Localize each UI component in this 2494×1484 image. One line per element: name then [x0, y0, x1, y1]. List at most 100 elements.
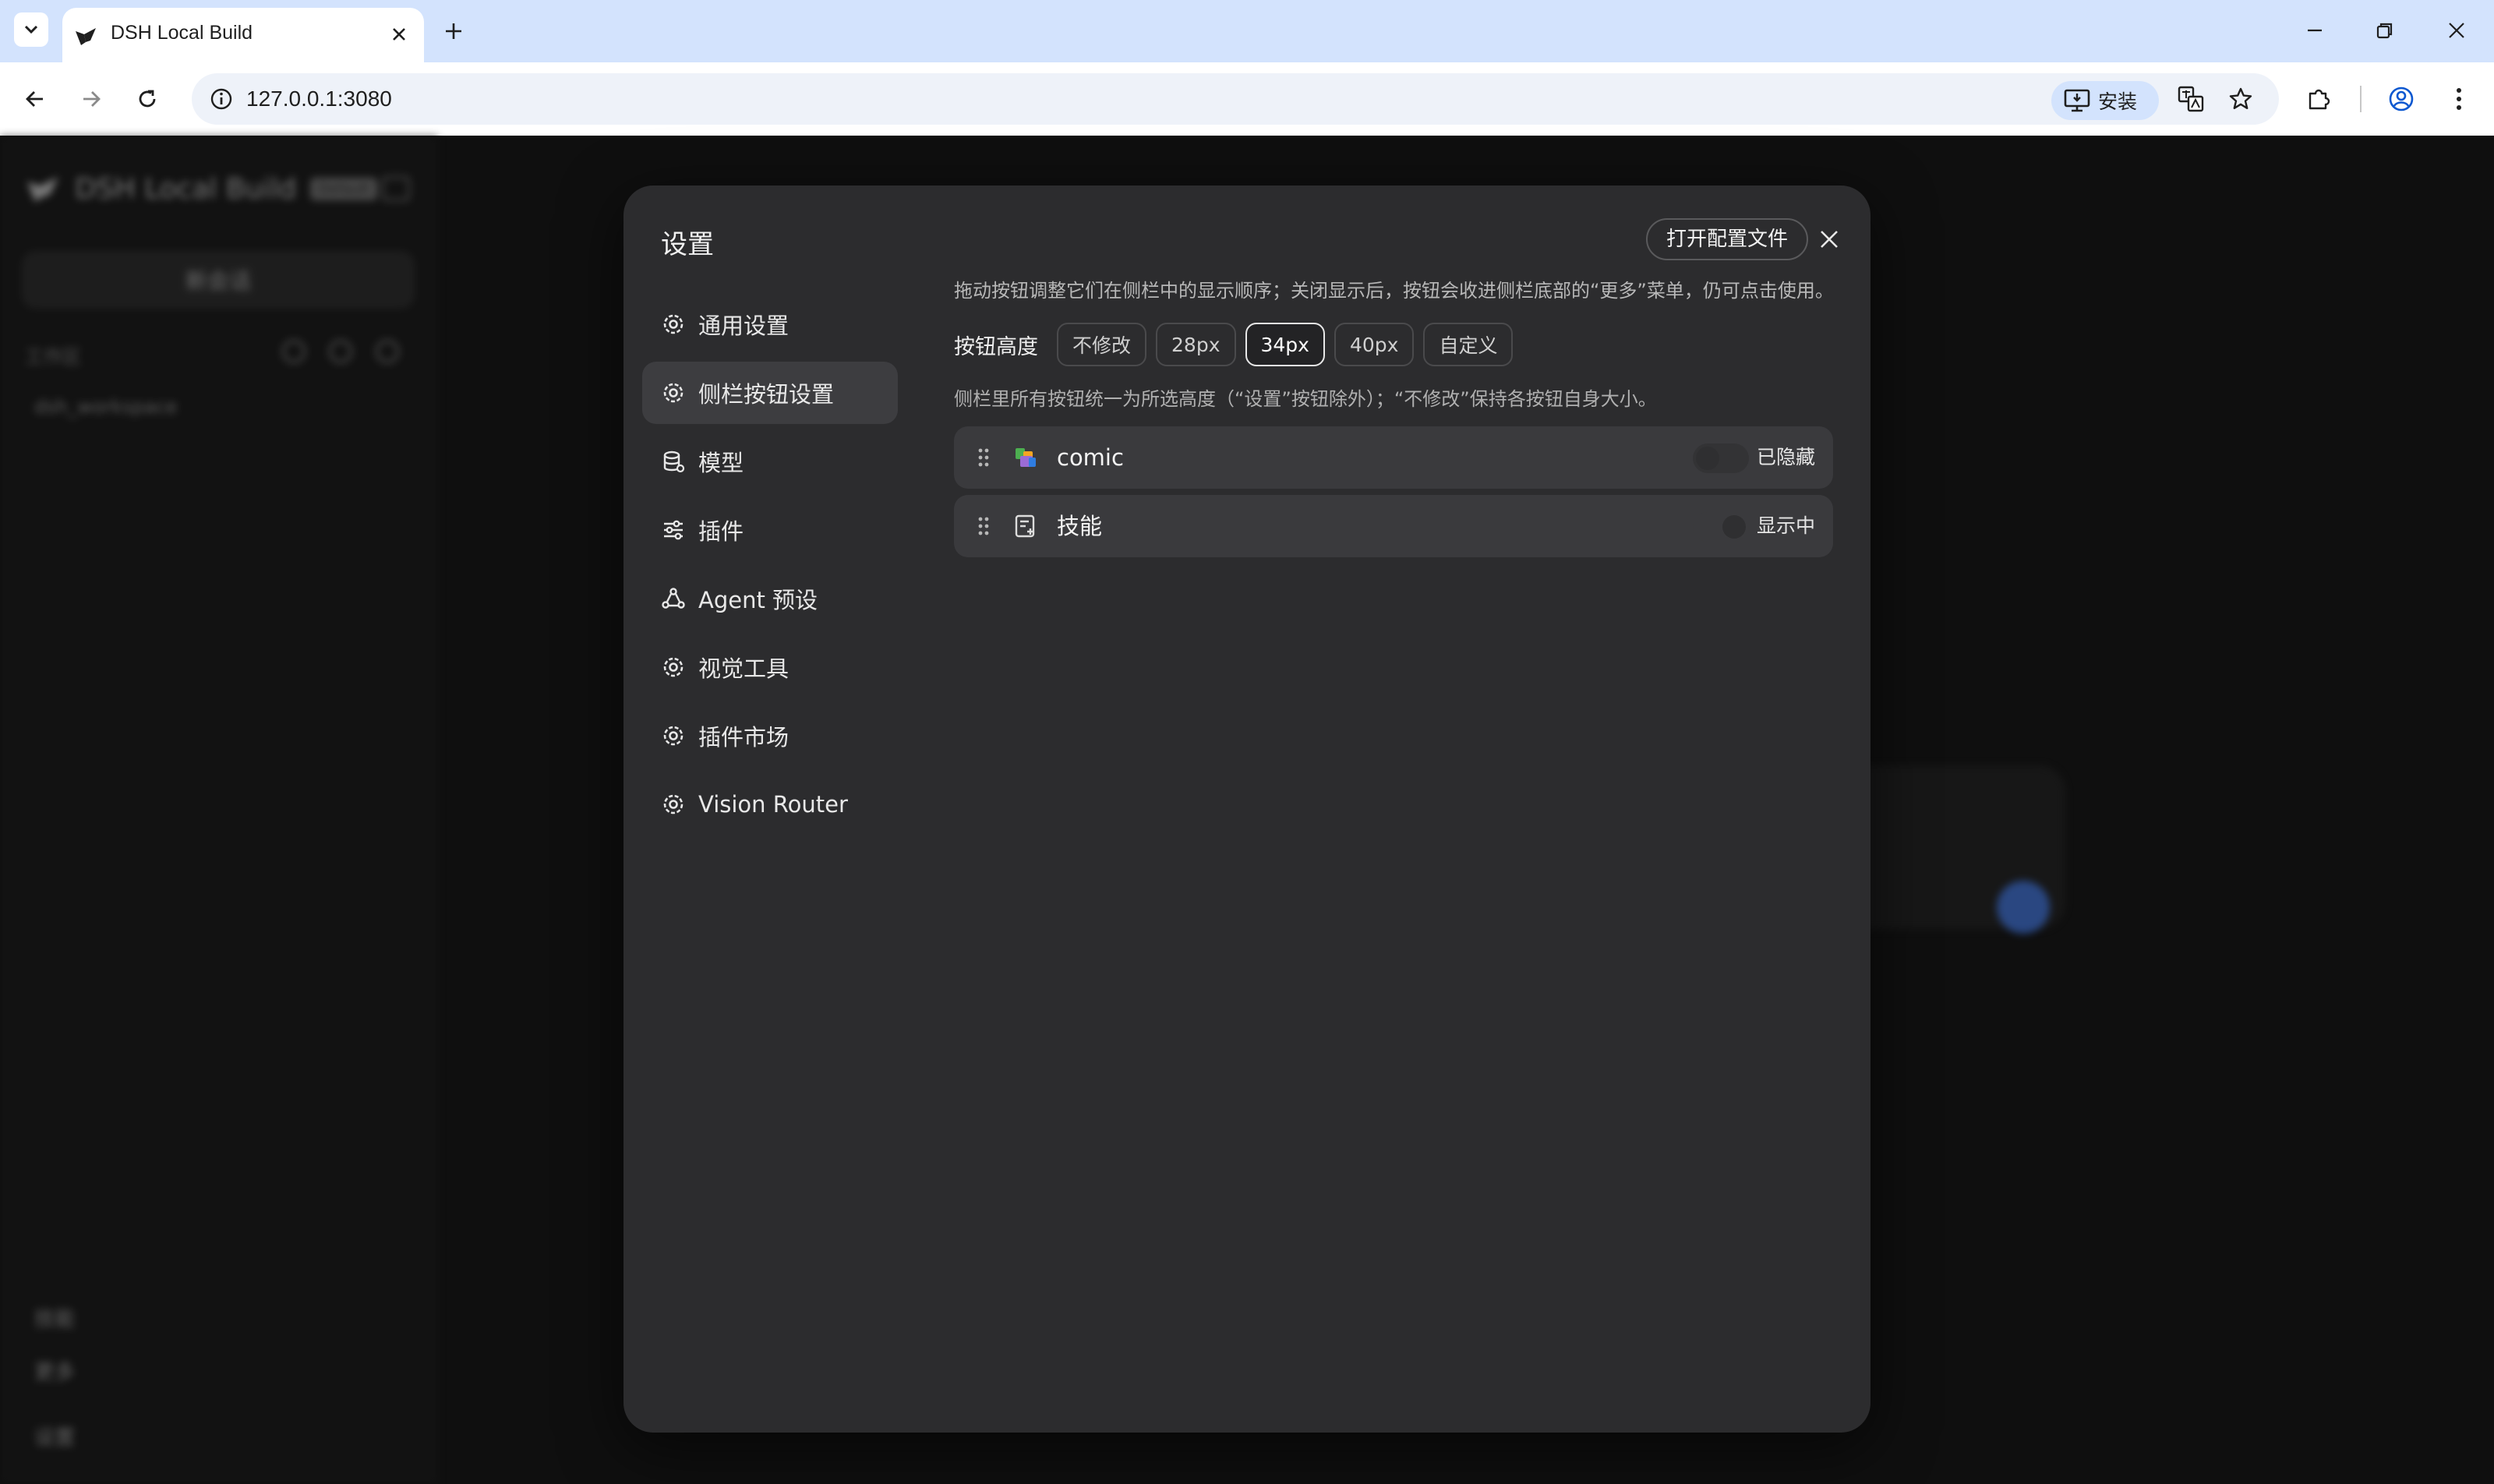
sidebar-skills: 技能	[34, 1308, 76, 1331]
agent-icon	[662, 588, 685, 609]
nav-item-label: 插件	[698, 518, 744, 545]
settings-nav: 通用设置 侧栏按钮设置 模型 插件 Agent 预设 视觉工具 插件市场 Vis…	[642, 293, 898, 842]
dsh-logo-icon	[27, 176, 58, 202]
app-sidebar: DSH Local Build Default 新会话 工作区 dsh_work…	[0, 136, 438, 1484]
extensions-button[interactable]	[2299, 80, 2338, 118]
visibility-toggle[interactable]	[1693, 443, 1749, 473]
open-config-button[interactable]: 打开配置文件	[1646, 218, 1809, 260]
nav-item-label: Agent 预设	[698, 587, 818, 613]
more-vertical-icon	[2457, 88, 2461, 110]
drag-handle-icon[interactable]	[974, 515, 993, 537]
account-icon	[2389, 87, 2414, 111]
translate-icon	[2178, 86, 2204, 112]
chevron-down-icon	[24, 25, 38, 34]
share-icon	[329, 340, 352, 363]
gear-icon	[663, 726, 684, 746]
height-option-34px[interactable]: 34px	[1245, 323, 1325, 366]
visibility-toggle[interactable]	[1693, 512, 1749, 542]
height-option-custom[interactable]: 自定义	[1423, 323, 1514, 366]
minimize-button[interactable]	[2291, 11, 2338, 50]
gear-icon	[663, 657, 684, 677]
install-monitor-icon	[2064, 89, 2090, 112]
browser-tab[interactable]: DSH Local Build	[62, 8, 424, 62]
app-brand: DSH Local Build Default	[25, 173, 377, 205]
gear-icon	[663, 383, 684, 403]
plus-icon	[446, 23, 461, 39]
restore-button[interactable]	[2362, 11, 2408, 50]
browser-toolbar: 127.0.0.1:3080 安装	[0, 62, 2494, 136]
close-icon	[1821, 231, 1838, 248]
star-icon	[2229, 87, 2252, 109]
sidebar-settings: 设置	[34, 1426, 76, 1450]
sidebar-collapse-icon	[382, 176, 410, 201]
window-close-button[interactable]	[2433, 11, 2480, 50]
arrow-right-icon	[83, 91, 101, 107]
sidebar-button-name: 技能	[1057, 513, 1103, 539]
new-tab-button[interactable]	[436, 14, 471, 48]
browser-tabstrip: DSH Local Build	[0, 0, 2494, 62]
nav-item-label: Vision Router	[698, 791, 848, 818]
back-button[interactable]	[16, 80, 55, 118]
app-brand-name: DSH Local Build	[75, 173, 297, 205]
sidebar-button-row-comic[interactable]: comic 已隐藏	[954, 426, 1833, 489]
visibility-state: 已隐藏	[1757, 446, 1816, 468]
tab-close-button[interactable]	[385, 20, 413, 48]
nav-item-label: 插件市场	[698, 724, 790, 751]
button-height-row: 按钮高度 不修改 28px 34px 40px 自定义	[954, 323, 1833, 366]
tab-search-button[interactable]	[14, 12, 48, 47]
workspace-folder: dsh_workspace	[34, 396, 178, 418]
height-option-28px[interactable]: 28px	[1156, 323, 1236, 366]
nav-item-vision-router[interactable]: Vision Router	[642, 773, 898, 836]
sidebar-button-name: comic	[1057, 444, 1124, 471]
sliders-icon	[664, 520, 683, 540]
nav-item-label: 模型	[698, 450, 744, 476]
nav-item-agent-presets[interactable]: Agent 预设	[642, 567, 898, 630]
workspace-label: 工作区	[25, 346, 81, 368]
toggle-knob	[1722, 515, 1746, 539]
settings-modal: 设置 打开配置文件 通用设置 侧栏按钮设置 模型 插件 Agent 预设 视觉工…	[624, 186, 1870, 1433]
visibility-state: 显示中	[1757, 514, 1816, 537]
toolbar-separator	[2360, 86, 2362, 112]
translate-button[interactable]	[2171, 80, 2210, 118]
sidebar-buttons-description: 拖动按钮调整它们在侧栏中的显示顺序；关闭显示后，按钮会收进侧栏底部的“更多”菜单…	[954, 280, 1834, 302]
close-icon	[2449, 23, 2464, 38]
gear-icon	[663, 794, 684, 814]
nav-item-vision-tools[interactable]: 视觉工具	[642, 636, 898, 698]
restore-icon	[2376, 23, 2393, 39]
reload-button[interactable]	[128, 80, 167, 118]
height-option-40px[interactable]: 40px	[1334, 323, 1415, 366]
minimize-icon	[2308, 29, 2322, 32]
nav-item-models[interactable]: 模型	[642, 430, 898, 493]
toggle-knob	[1696, 447, 1719, 470]
drag-handle-icon[interactable]	[974, 447, 993, 468]
nav-item-sidebar-buttons[interactable]: 侧栏按钮设置	[642, 362, 898, 424]
profile-button[interactable]	[2382, 80, 2421, 118]
nav-item-general[interactable]: 通用设置	[642, 293, 898, 355]
nav-item-label: 侧栏按钮设置	[698, 381, 835, 408]
arrow-left-icon	[26, 91, 43, 107]
search-icon	[282, 340, 306, 363]
reload-icon	[139, 90, 156, 108]
address-bar[interactable]: 127.0.0.1:3080	[192, 73, 2279, 125]
new-folder-icon	[376, 340, 399, 363]
comic-color-icon	[1016, 448, 1036, 467]
install-app-button[interactable]: 安装	[2051, 81, 2159, 120]
forward-button[interactable]	[72, 80, 111, 118]
settings-content: 拖动按钮调整它们在侧栏中的显示顺序；关闭显示后，按钮会收进侧栏底部的“更多”菜单…	[954, 277, 1834, 564]
sidebar-more: 更多	[34, 1361, 76, 1384]
modal-close-button[interactable]	[1810, 220, 1849, 259]
browser-menu-button[interactable]	[2439, 80, 2478, 118]
install-label: 安装	[2098, 90, 2138, 113]
bookmark-button[interactable]	[2221, 80, 2260, 118]
close-icon	[393, 28, 405, 41]
site-info-button[interactable]	[203, 80, 240, 118]
send-button	[1997, 881, 2050, 934]
nav-item-plugins[interactable]: 插件	[642, 499, 898, 561]
dsh-logo-icon	[76, 28, 96, 45]
app-brand-badge: Default	[310, 178, 377, 200]
height-option-unchanged[interactable]: 不修改	[1057, 323, 1147, 366]
sidebar-button-row-skills[interactable]: 技能 显示中	[954, 495, 1833, 557]
url-text: 127.0.0.1:3080	[246, 87, 392, 111]
nav-item-plugin-market[interactable]: 插件市场	[642, 705, 898, 767]
puzzle-icon	[2309, 89, 2330, 110]
